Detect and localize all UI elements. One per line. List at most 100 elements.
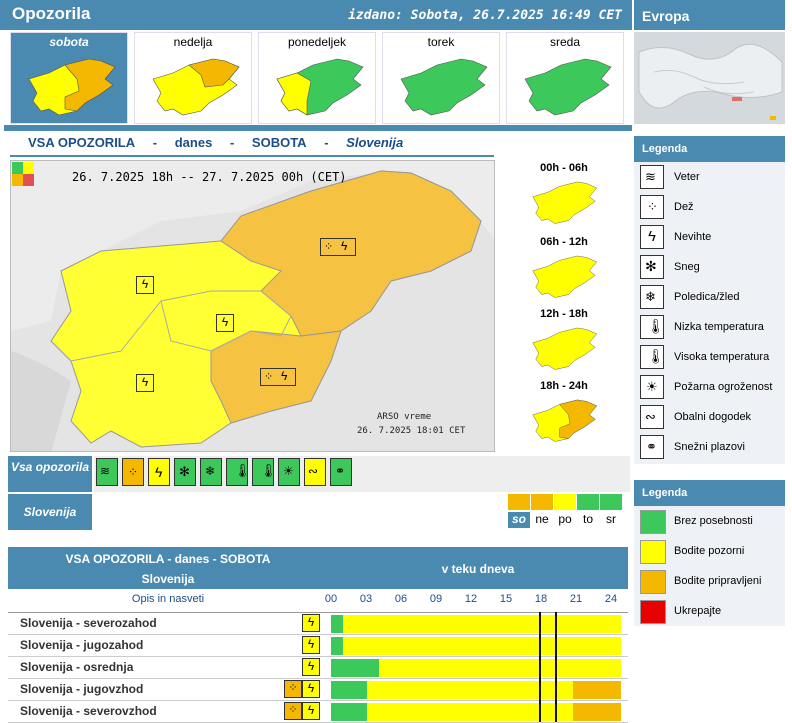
thunderstorm-icon[interactable]: ϟ bbox=[148, 458, 170, 486]
legend-item: ⁘ Dež bbox=[634, 192, 785, 222]
thunderstorm-icon[interactable]: ϟ bbox=[302, 702, 320, 720]
hour-label: 06 bbox=[394, 593, 408, 605]
level-swatch bbox=[640, 600, 666, 624]
header-bar: Opozorila izdano: Sobota, 26.7.2025 16:4… bbox=[0, 0, 632, 30]
region-name: Slovenija - osrednja bbox=[20, 660, 134, 674]
low-temp-icon[interactable]: 🌡 bbox=[226, 458, 251, 486]
slovenija-label: Slovenija bbox=[8, 494, 92, 530]
rain-icon[interactable]: ⁘ bbox=[284, 680, 302, 698]
legend-label: Obalni dogodek bbox=[674, 411, 752, 423]
day-tab-torek[interactable]: torek bbox=[382, 32, 500, 124]
day-tab-label: nedelja bbox=[173, 35, 213, 49]
thunderstorm-icon[interactable]: ϟ bbox=[302, 614, 320, 632]
map-warning-storm[interactable]: ϟ bbox=[216, 314, 234, 332]
time-slot[interactable]: 06h - 12h bbox=[498, 234, 630, 306]
level-swatch bbox=[640, 540, 666, 564]
timeline-segment bbox=[331, 681, 368, 699]
thunderstorm-icon[interactable]: ϟ bbox=[302, 658, 320, 676]
day-abbr-po[interactable]: po bbox=[554, 512, 576, 528]
day-tab-label: sreda bbox=[549, 35, 581, 49]
day-tab-ponedeljek[interactable]: ponedeljek bbox=[258, 32, 376, 124]
timeline-segment bbox=[572, 703, 621, 721]
coastal-icon[interactable]: ∾ bbox=[304, 458, 326, 486]
legend-label: Nizka temperatura bbox=[674, 321, 764, 333]
table-subheader: Opis in nasveti 00 03 06 09 12 15 18 21 … bbox=[8, 589, 628, 613]
coastal-icon: ∾ bbox=[640, 405, 664, 429]
day-color-seg bbox=[508, 494, 530, 510]
section-title: VSA OPOZORILA - danes - SOBOTA - Sloveni… bbox=[10, 135, 494, 157]
timeline-segment bbox=[331, 637, 344, 655]
slovenia-thumb-map bbox=[524, 58, 612, 116]
issued-timestamp: izdano: Sobota, 26.7.2025 16:49 CET bbox=[348, 8, 622, 23]
day-tab-sreda[interactable]: sreda bbox=[506, 32, 624, 124]
main-warning-map[interactable] bbox=[10, 160, 495, 452]
avalanche-icon: ⚭ bbox=[640, 435, 664, 459]
timeline-bar bbox=[331, 637, 621, 655]
title-part: SOBOTA bbox=[251, 135, 307, 150]
time-slot-label: 06h - 12h bbox=[540, 236, 588, 248]
slovenia-main-map bbox=[11, 161, 494, 451]
legend-label: Veter bbox=[674, 171, 700, 183]
hour-label: 18 bbox=[534, 593, 548, 605]
time-slot[interactable]: 00h - 06h bbox=[498, 160, 630, 232]
europe-header[interactable]: Evropa bbox=[634, 0, 785, 30]
legend-label: Bodite pripravljeni bbox=[674, 575, 762, 587]
day-tab-sobota[interactable]: sobota bbox=[10, 32, 128, 124]
timeline-segment bbox=[343, 615, 621, 633]
day-abbr-ne[interactable]: ne bbox=[531, 512, 553, 528]
time-slot-label: 00h - 06h bbox=[540, 162, 588, 174]
legend-item: 🌡 Visoka temperatura bbox=[634, 342, 785, 372]
title-sep: - bbox=[152, 135, 158, 150]
legend-title: Legenda bbox=[634, 480, 785, 506]
timeline-segment bbox=[331, 615, 344, 633]
map-credit-line: ARSO vreme bbox=[377, 412, 432, 422]
section-divider bbox=[4, 125, 632, 131]
legend-label: Brez posebnosti bbox=[674, 515, 753, 527]
region-name: Slovenija - severovzhod bbox=[20, 704, 157, 718]
legend-warning-types: Legenda ≋ Veter ⁘ Dež ϟ Nevihte ✻ Sneg ❄ Pole… bbox=[634, 136, 785, 464]
europe-map-image bbox=[634, 32, 785, 124]
hour-label: 12 bbox=[464, 593, 478, 605]
page-title: Opozorila bbox=[12, 4, 91, 23]
snow-icon[interactable]: ✻ bbox=[174, 458, 196, 486]
day-abbr-to[interactable]: to bbox=[577, 512, 599, 528]
current-time-marker bbox=[539, 612, 541, 722]
timeline-segment bbox=[379, 659, 621, 677]
thunderstorm-icon[interactable]: ϟ bbox=[302, 680, 320, 698]
high-temp-icon[interactable]: 🌡 bbox=[252, 458, 277, 486]
thunderstorm-icon[interactable]: ϟ bbox=[302, 636, 320, 654]
time-slot-panel: 00h - 06h 06h - 12h 12h - 18h 18h - 24h bbox=[498, 160, 630, 452]
rain-icon[interactable]: ⁘ bbox=[122, 458, 144, 486]
day-abbr-sr[interactable]: sr bbox=[600, 512, 622, 528]
map-warning-rain-storm[interactable]: ⁘ ϟ bbox=[320, 238, 356, 256]
day-tab-nedelja[interactable]: nedelja bbox=[134, 32, 252, 124]
avalanche-icon[interactable]: ⚭ bbox=[330, 458, 352, 486]
opis-link[interactable]: Opis in nasveti bbox=[8, 593, 328, 605]
legend-item: ✻ Sneg bbox=[634, 252, 785, 282]
ice-icon[interactable]: ❄ bbox=[200, 458, 222, 486]
europe-map[interactable] bbox=[634, 32, 785, 124]
hour-label: 09 bbox=[429, 593, 443, 605]
map-warning-storm[interactable]: ϟ bbox=[136, 374, 154, 392]
map-warning-rain-storm[interactable]: ⁘ ϟ bbox=[260, 368, 296, 386]
legend-label: Dež bbox=[674, 201, 694, 213]
fire-icon[interactable]: ☀ bbox=[278, 458, 300, 486]
time-slot-label: 18h - 24h bbox=[540, 380, 588, 392]
legend-item: Brez posebnosti bbox=[634, 506, 785, 536]
legend-label: Sneg bbox=[674, 261, 700, 273]
legend-label: Ukrepajte bbox=[674, 605, 722, 617]
rain-icon[interactable]: ⁘ bbox=[284, 702, 302, 720]
time-slot[interactable]: 18h - 24h bbox=[498, 378, 630, 450]
timeline-bar bbox=[331, 703, 621, 721]
time-slot[interactable]: 12h - 18h bbox=[498, 306, 630, 378]
timeline-segment bbox=[572, 681, 621, 699]
table-header: VSA OPOZORILA - danes - SOBOTA Slovenija… bbox=[8, 547, 628, 589]
table-right-title: v teku dneva bbox=[441, 562, 515, 576]
title-region: Slovenija bbox=[346, 135, 404, 150]
map-warning-storm[interactable]: ϟ bbox=[136, 276, 154, 294]
map-mini-legend bbox=[12, 162, 34, 186]
hour-label: 15 bbox=[499, 593, 513, 605]
day-abbr-so[interactable]: so bbox=[508, 512, 530, 528]
timeline-bar bbox=[331, 681, 621, 699]
wind-icon[interactable]: ≋ bbox=[96, 458, 118, 486]
